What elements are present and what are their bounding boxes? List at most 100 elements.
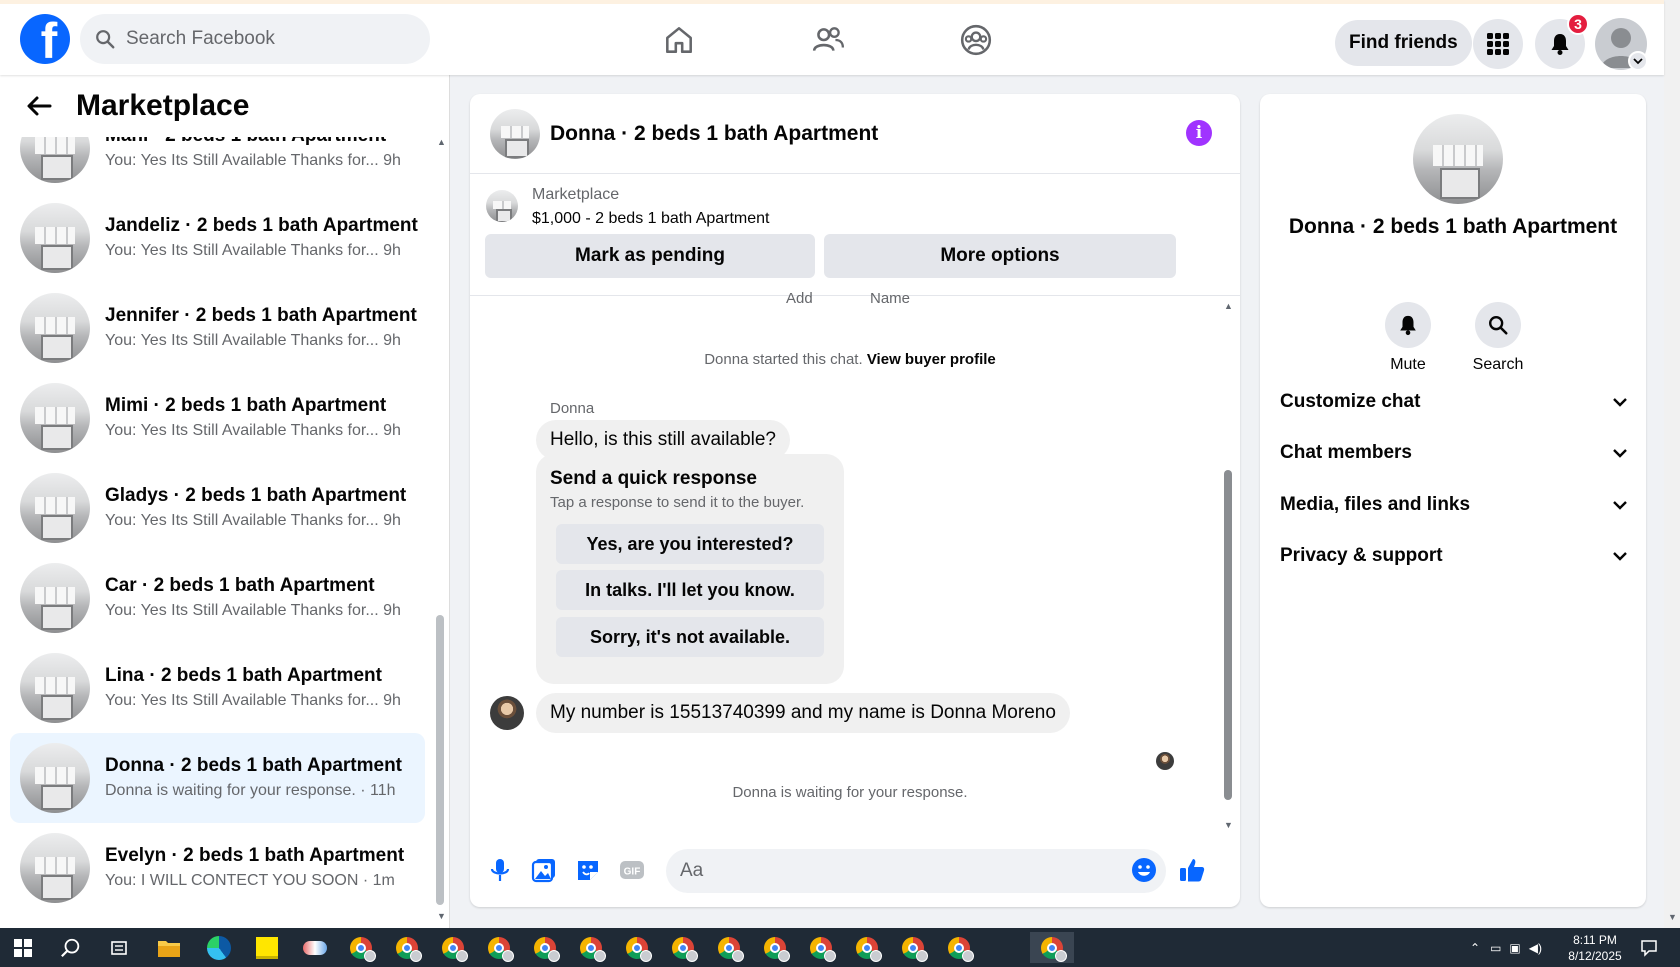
conversation-preview: You: Yes Its Still Available Thanks for.…: [105, 692, 401, 709]
gif-icon[interactable]: GIF: [618, 856, 646, 884]
network-icon[interactable]: ▣: [1509, 941, 1520, 955]
svg-text:GIF: GIF: [624, 867, 641, 878]
chrome-icon[interactable]: [850, 932, 884, 963]
facebook-logo[interactable]: f: [20, 14, 70, 64]
photo-icon[interactable]: [530, 856, 558, 884]
conversation-title: Lina · 2 beds 1 bath Apartment: [105, 665, 382, 686]
message-input-box[interactable]: [666, 849, 1166, 893]
chat-title[interactable]: Donna · 2 beds 1 bath Apartment: [550, 122, 878, 146]
chrome-icon[interactable]: [942, 932, 976, 963]
emoji-icon[interactable]: [1130, 856, 1158, 884]
quick-reply-button[interactable]: Sorry, it's not available.: [556, 617, 824, 657]
listing-thumbnail[interactable]: [1413, 114, 1503, 204]
scroll-down-arrow[interactable]: ▼: [1668, 912, 1677, 922]
task-view-icon[interactable]: [102, 932, 136, 963]
file-explorer-icon[interactable]: [152, 932, 186, 963]
chrome-icon[interactable]: [804, 932, 838, 963]
chrome-icon[interactable]: [574, 932, 608, 963]
friends-icon[interactable]: [810, 22, 846, 58]
notifications-button[interactable]: 3: [1535, 13, 1589, 69]
read-receipt-avatar: [1156, 752, 1174, 770]
chat-details-panel: Donna · 2 beds 1 bath Apartment Mute Sea…: [1260, 94, 1646, 907]
windows-start-icon[interactable]: [6, 932, 40, 963]
sender-avatar[interactable]: [490, 696, 524, 730]
chrome-icon-active[interactable]: [1030, 932, 1074, 963]
chat-members-section[interactable]: Chat members: [1280, 433, 1630, 473]
groups-icon[interactable]: [958, 22, 994, 58]
scroll-up-arrow[interactable]: ▲: [437, 137, 446, 147]
listing-thumbnail: [20, 383, 90, 453]
battery-icon[interactable]: ▭: [1490, 941, 1501, 955]
microphone-icon[interactable]: [486, 856, 514, 884]
list-item[interactable]: Jennifer · 2 beds 1 bath Apartment You: Y…: [10, 283, 425, 373]
scroll-down-arrow[interactable]: ▼: [437, 911, 446, 921]
listing-thumbnail: [20, 833, 90, 903]
chrome-icon[interactable]: [344, 932, 378, 963]
listing-price[interactable]: $1,000 - 2 beds 1 bath Apartment: [532, 210, 770, 228]
home-icon[interactable]: [661, 22, 697, 58]
chrome-icon[interactable]: [758, 932, 792, 963]
thumbs-up-icon[interactable]: [1178, 856, 1206, 884]
app-icon[interactable]: [298, 932, 332, 963]
more-options-button[interactable]: More options: [824, 234, 1176, 278]
list-item[interactable]: Evelyn · 2 beds 1 bath Apartment You: I W…: [10, 823, 425, 913]
message-input[interactable]: [680, 860, 1100, 882]
chrome-icon[interactable]: [620, 932, 654, 963]
notification-center-icon[interactable]: [1640, 928, 1658, 967]
listing-thumbnail: [486, 190, 518, 222]
cut-off-label: Add: [786, 290, 813, 307]
conversation-title: Evelyn · 2 beds 1 bath Apartment: [105, 845, 405, 866]
mute-label: Mute: [1390, 356, 1426, 373]
scroll-down-arrow[interactable]: ▼: [1224, 820, 1233, 830]
volume-icon[interactable]: ◀): [1529, 941, 1542, 955]
chrome-icon[interactable]: [528, 932, 562, 963]
info-icon[interactable]: i: [1186, 120, 1212, 146]
customize-chat-section[interactable]: Customize chat: [1280, 382, 1630, 422]
quick-reply-button[interactable]: Yes, are you interested?: [556, 524, 824, 564]
list-item[interactable]: Gladys · 2 beds 1 bath Apartment You: Yes…: [10, 463, 425, 553]
conversation-list: Mahi · 2 beds 1 bath ApartmentYou: Yes I…: [10, 113, 425, 913]
edge-browser-icon[interactable]: [202, 932, 236, 963]
menu-button[interactable]: [1473, 19, 1523, 69]
search-in-chat-button[interactable]: Search: [1458, 302, 1538, 374]
list-item[interactable]: Jandeliz · 2 beds 1 bath Apartment You: Y…: [10, 193, 425, 283]
page-scrollbar[interactable]: ▼: [1664, 0, 1680, 928]
list-item-selected[interactable]: Donna · 2 beds 1 bath Apartment Donna is …: [10, 733, 425, 823]
incoming-message[interactable]: My number is 15513740399 and my name is …: [536, 693, 1070, 733]
chevron-down-icon[interactable]: [1628, 51, 1648, 71]
listing-thumbnail: [20, 203, 90, 273]
chrome-icon[interactable]: [390, 932, 424, 963]
sticker-icon[interactable]: [574, 856, 602, 884]
list-item[interactable]: Lina · 2 beds 1 bath Apartment You: Yes I…: [10, 643, 425, 733]
chrome-icon[interactable]: [712, 932, 746, 963]
quick-reply-button[interactable]: In talks. I'll let you know.: [556, 570, 824, 610]
chrome-icon[interactable]: [482, 932, 516, 963]
chevron-up-icon[interactable]: ⌃: [1470, 941, 1480, 955]
chrome-icon[interactable]: [666, 932, 700, 963]
list-item[interactable]: Car · 2 beds 1 bath Apartment You: Yes It…: [10, 553, 425, 643]
top-navigation-bar: f Find friends 3: [0, 0, 1664, 75]
back-arrow-icon[interactable]: [26, 95, 52, 117]
taskbar-search-icon[interactable]: [54, 932, 88, 963]
taskbar-clock[interactable]: 8:11 PM 8/12/2025: [1555, 932, 1635, 964]
mark-as-pending-button[interactable]: Mark as pending: [485, 234, 815, 278]
details-title: Donna · 2 beds 1 bath Apartment: [1288, 215, 1618, 238]
chrome-icon[interactable]: [896, 932, 930, 963]
sticky-notes-icon[interactable]: [250, 932, 284, 963]
privacy-support-section[interactable]: Privacy & support: [1280, 536, 1630, 576]
list-item[interactable]: Mimi · 2 beds 1 bath Apartment You: Yes I…: [10, 373, 425, 463]
quick-response-subtitle: Tap a response to send it to the buyer.: [550, 494, 805, 511]
conversation-title: Donna · 2 beds 1 bath Apartment: [105, 755, 402, 776]
search-input[interactable]: [126, 28, 406, 50]
quick-response-card: Send a quick response Tap a response to …: [536, 454, 844, 684]
find-friends-button[interactable]: Find friends: [1335, 20, 1472, 66]
chat-scrollbar[interactable]: [1224, 470, 1232, 800]
chrome-icon[interactable]: [436, 932, 470, 963]
sidebar-scrollbar[interactable]: [436, 615, 444, 905]
scroll-up-arrow[interactable]: ▲: [1224, 301, 1233, 311]
conversation-sidebar: Marketplace Mahi · 2 beds 1 bath Apartme…: [0, 75, 450, 928]
mute-button[interactable]: Mute: [1368, 302, 1448, 374]
search-box[interactable]: [80, 14, 430, 64]
media-files-links-section[interactable]: Media, files and links: [1280, 485, 1630, 525]
view-buyer-profile-link[interactable]: View buyer profile: [867, 351, 996, 368]
